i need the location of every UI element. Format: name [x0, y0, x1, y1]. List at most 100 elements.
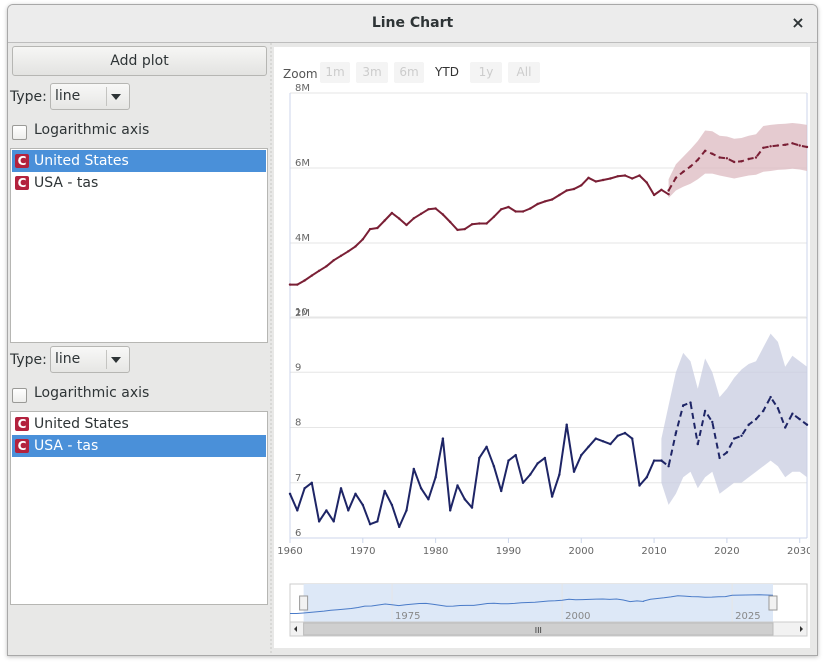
- log-axis-label: Logarithmic axis: [34, 385, 150, 401]
- y-tick-label: 10: [295, 307, 308, 318]
- data-point: [696, 158, 699, 161]
- x-tick-label: 1980: [423, 546, 448, 557]
- data-point: [339, 254, 343, 257]
- data-point: [616, 434, 619, 437]
- navigator-left-handle[interactable]: [299, 595, 309, 611]
- list-item[interactable]: C USA - tas: [12, 172, 266, 194]
- left-panel: Add plot Type: line Logarithmic axis C U…: [8, 43, 270, 655]
- data-point: [660, 188, 663, 191]
- data-point: [317, 269, 321, 272]
- data-point: [572, 187, 576, 191]
- y-tick-label: 6: [295, 528, 301, 539]
- title-bar[interactable]: Line Chart ×: [8, 5, 817, 43]
- list-item-label: USA - tas: [34, 438, 99, 454]
- data-point: [594, 180, 597, 183]
- data-point: [580, 184, 583, 187]
- x-tick-label: 2000: [569, 546, 594, 557]
- type-label: Type:: [10, 89, 47, 105]
- data-point: [805, 145, 809, 149]
- data-point: [419, 212, 423, 215]
- data-point: [784, 143, 787, 146]
- data-point: [449, 220, 452, 224]
- data-point: [339, 487, 343, 490]
- pane-splitter[interactable]: [270, 43, 272, 655]
- y-tick-label: 4M: [295, 233, 310, 244]
- data-point: [711, 420, 714, 424]
- list-item[interactable]: C USA - tas: [12, 435, 266, 457]
- data-point: [674, 431, 678, 435]
- data-point: [325, 509, 328, 512]
- x-tick-label: 1960: [277, 546, 302, 557]
- data-point: [660, 459, 663, 462]
- x-tick-label: 1970: [350, 546, 375, 557]
- data-point: [398, 525, 401, 529]
- combo-separator: [106, 87, 107, 106]
- navigator-right-handle[interactable]: [768, 595, 778, 611]
- stock-chart[interactable]: 8M6M4M2M1098761960 1970 1980 1990 2000 2010 20…: [274, 47, 810, 648]
- data-point: [769, 145, 772, 148]
- log-axis-checkbox[interactable]: [12, 125, 27, 140]
- dataset-icon: C: [15, 154, 29, 168]
- data-point: [631, 177, 634, 180]
- data-point: [776, 144, 780, 147]
- type-label: Type:: [10, 352, 47, 368]
- data-point: [529, 473, 532, 476]
- data-point: [470, 506, 474, 509]
- navigator-tick-label: 2025: [735, 611, 760, 622]
- data-point: [354, 245, 357, 248]
- plot-pane-2: 10 9 8 7 6 1960 1970 1980 1990 2000 2010 2020 2030: [277, 307, 810, 557]
- dataset-list[interactable]: C United States C USA - tas: [10, 148, 268, 343]
- data-point: [682, 170, 685, 173]
- data-point: [478, 222, 481, 225]
- data-point: [500, 208, 503, 211]
- log-axis-checkbox[interactable]: [12, 388, 27, 403]
- x-tick-label: 1990: [496, 546, 521, 557]
- data-point: [565, 189, 568, 192]
- data-point: [492, 465, 496, 468]
- add-plot-button[interactable]: Add plot: [12, 46, 267, 76]
- type-combo-value: line: [55, 88, 81, 104]
- data-point: [696, 442, 699, 446]
- series-line: [289, 423, 662, 528]
- data-point: [288, 283, 292, 286]
- data-point: [784, 426, 787, 429]
- data-point: [609, 442, 612, 446]
- data-point: [383, 489, 386, 493]
- data-point: [762, 409, 765, 413]
- list-item[interactable]: C United States: [12, 150, 266, 172]
- add-plot-label: Add plot: [110, 53, 169, 69]
- navigator-selection: [303, 584, 773, 622]
- dataset-icon: C: [15, 439, 29, 453]
- data-point: [383, 219, 386, 222]
- data-point: [441, 437, 445, 440]
- data-point: [798, 418, 801, 421]
- data-point: [747, 157, 750, 161]
- dataset-list[interactable]: C United States C USA - tas: [10, 411, 268, 605]
- data-point: [427, 498, 430, 501]
- data-point: [507, 459, 510, 462]
- data-point: [412, 467, 415, 471]
- data-point: [725, 157, 729, 160]
- data-point: [703, 149, 707, 152]
- close-icon[interactable]: ×: [789, 14, 807, 32]
- data-point: [405, 509, 408, 512]
- data-point: [572, 470, 576, 473]
- data-point: [478, 456, 481, 460]
- chevron-down-icon: [111, 357, 121, 363]
- data-point: [288, 492, 292, 495]
- data-point: [798, 144, 801, 147]
- data-point: [514, 453, 517, 457]
- data-point: [303, 487, 306, 490]
- list-item[interactable]: C United States: [12, 413, 266, 435]
- y-tick-label: 8M: [295, 83, 310, 94]
- data-point: [565, 423, 568, 426]
- type-combo-value: line: [55, 351, 81, 367]
- list-item-label: USA - tas: [34, 175, 99, 191]
- type-combo[interactable]: line: [50, 346, 130, 373]
- data-point: [667, 465, 670, 468]
- data-point: [456, 228, 459, 232]
- data-point: [703, 409, 707, 413]
- data-point: [485, 222, 488, 225]
- data-point: [361, 503, 364, 507]
- type-combo[interactable]: line: [50, 83, 130, 110]
